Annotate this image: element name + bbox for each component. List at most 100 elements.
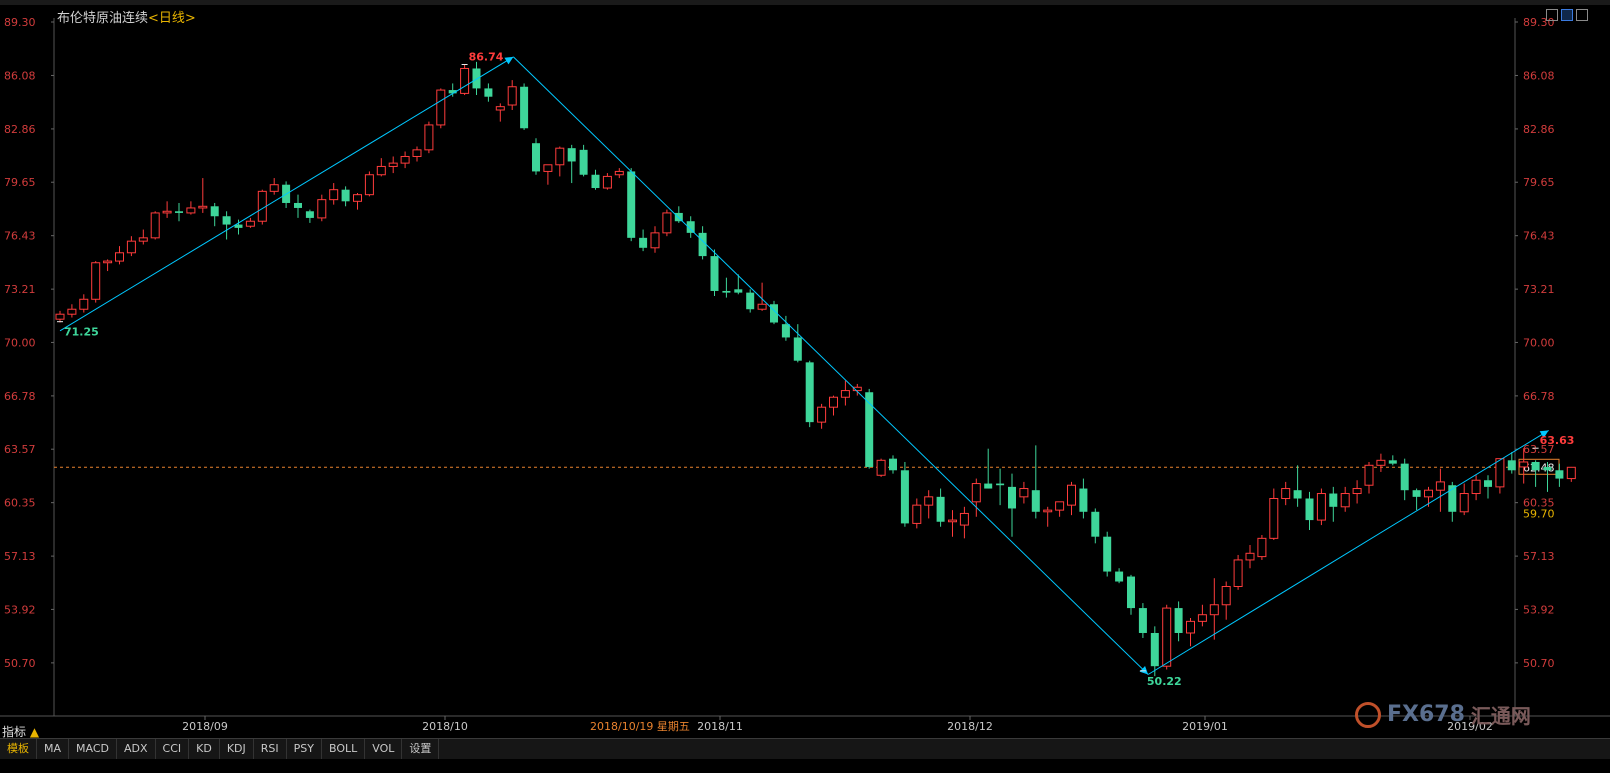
y-tick-label-right: 53.92 <box>1523 603 1555 616</box>
restore-icon[interactable] <box>1546 9 1558 21</box>
window-buttons <box>1546 9 1588 21</box>
y-tick-label-left: 63.57 <box>4 443 36 456</box>
candle-body <box>1388 460 1397 464</box>
candle-body <box>1269 498 1279 539</box>
candle-body <box>424 124 434 151</box>
candle-body <box>341 189 350 202</box>
y-tick-label-right: 76.43 <box>1523 230 1555 243</box>
candle-body <box>1555 470 1564 479</box>
candle-body <box>1221 585 1231 606</box>
tab-rsi[interactable]: RSI <box>254 739 287 759</box>
candle-body <box>507 86 517 106</box>
candle-body <box>984 483 993 489</box>
trend-lines-layer <box>59 56 1549 675</box>
x-tick-label: 2018/09 <box>182 720 228 733</box>
candle-body <box>1352 488 1362 495</box>
candle-body <box>876 459 886 476</box>
chart-title: 布伦特原油连续<日线> <box>57 7 196 26</box>
candle-body <box>734 289 743 293</box>
candle-body <box>567 148 576 162</box>
tab-macd[interactable]: MACD <box>69 739 117 759</box>
tab-psy[interactable]: PSY <box>287 739 322 759</box>
period-label[interactable]: <日线> <box>148 11 196 26</box>
candle-body <box>1543 466 1552 471</box>
candle-body <box>614 170 624 176</box>
y-tick-label-right: 82.86 <box>1523 123 1555 136</box>
y-tick-label-right: 86.08 <box>1523 69 1555 82</box>
candle-body <box>1281 488 1291 500</box>
candle-body <box>1197 614 1207 622</box>
candle-body <box>1459 493 1469 513</box>
candle-body <box>1103 536 1112 572</box>
candle-body <box>126 240 136 254</box>
tab-kd[interactable]: KD <box>189 739 220 759</box>
candle-body <box>948 519 957 523</box>
candle-body <box>472 68 481 89</box>
candle-body <box>579 149 588 175</box>
candle-body <box>1186 620 1195 634</box>
candle-body <box>912 504 922 524</box>
candle-body <box>1245 552 1255 561</box>
extreme-label: 63.63 <box>1540 434 1575 447</box>
candle-body <box>746 292 755 310</box>
watermark-cn: 汇通网 <box>1470 704 1531 728</box>
x-tick-label: 2018/11 <box>697 720 743 733</box>
candle-body <box>662 212 672 234</box>
candle-body <box>1400 463 1409 491</box>
layout-icon[interactable] <box>1561 9 1573 21</box>
tab-settings[interactable]: 设置 <box>402 739 440 759</box>
candle-body <box>936 496 945 522</box>
candle-body <box>55 313 65 320</box>
candle-body <box>817 406 827 423</box>
extreme-label: 71.25 <box>64 326 99 339</box>
y-tick-label-left: 70.00 <box>4 336 36 349</box>
candle-body <box>555 147 565 166</box>
candlestick-chart: 89.30 86.08 82.86 79.65 76.43 73.21 70.00 66.78… <box>0 16 1610 733</box>
candle-body <box>757 303 767 310</box>
candle-body <box>520 86 529 129</box>
candle-body <box>1340 493 1350 508</box>
candle-body <box>1031 490 1040 512</box>
candle-body <box>1127 576 1135 609</box>
candle-body <box>1257 537 1267 558</box>
candle-body <box>460 67 470 94</box>
y-tick-label-left: 66.78 <box>4 390 36 403</box>
y-tick-label-left: 73.21 <box>4 283 36 296</box>
extreme-label: 50.22 <box>1147 675 1182 688</box>
candle-body <box>388 162 398 167</box>
candle-body <box>1174 608 1183 633</box>
y-tick-label-right: 70.00 <box>1523 336 1555 349</box>
candle-body <box>1233 559 1243 587</box>
y-tick-label-left: 79.65 <box>4 176 36 189</box>
candle-body <box>1043 509 1053 513</box>
candle-body <box>150 212 160 239</box>
tab-adx[interactable]: ADX <box>117 739 156 759</box>
candle-body <box>627 171 636 238</box>
candle-body <box>722 290 731 293</box>
candle-body <box>1115 571 1124 582</box>
candle-body <box>805 362 814 423</box>
candle-body <box>840 390 850 398</box>
candle-body <box>900 470 909 524</box>
tab-template[interactable]: 模板 <box>0 739 37 759</box>
tab-vol[interactable]: VOL <box>365 739 403 759</box>
candle-body <box>924 496 934 506</box>
maximize-icon[interactable] <box>1576 9 1588 21</box>
y-tick-label-left: 82.86 <box>4 123 36 136</box>
candle-body <box>698 232 707 257</box>
indicator-tab-bar: 模板 MA MACD ADX CCI KD KDJ RSI PSY BOLL V… <box>0 738 1610 759</box>
y-tick-label-left: 57.13 <box>4 550 36 563</box>
candle-body <box>829 396 838 408</box>
candle-body <box>412 149 422 157</box>
candle-body <box>329 189 339 201</box>
candle-body <box>138 237 148 242</box>
candle-body <box>1329 493 1338 507</box>
candle-body <box>1507 460 1516 471</box>
fx678-logo-icon <box>1355 701 1381 728</box>
tab-cci[interactable]: CCI <box>156 739 190 759</box>
tab-ma[interactable]: MA <box>37 739 70 759</box>
tab-kdj[interactable]: KDJ <box>220 739 254 759</box>
y-tick-label-right: 66.78 <box>1523 390 1555 403</box>
candle-body <box>1293 490 1302 499</box>
tab-boll[interactable]: BOLL <box>322 739 366 759</box>
